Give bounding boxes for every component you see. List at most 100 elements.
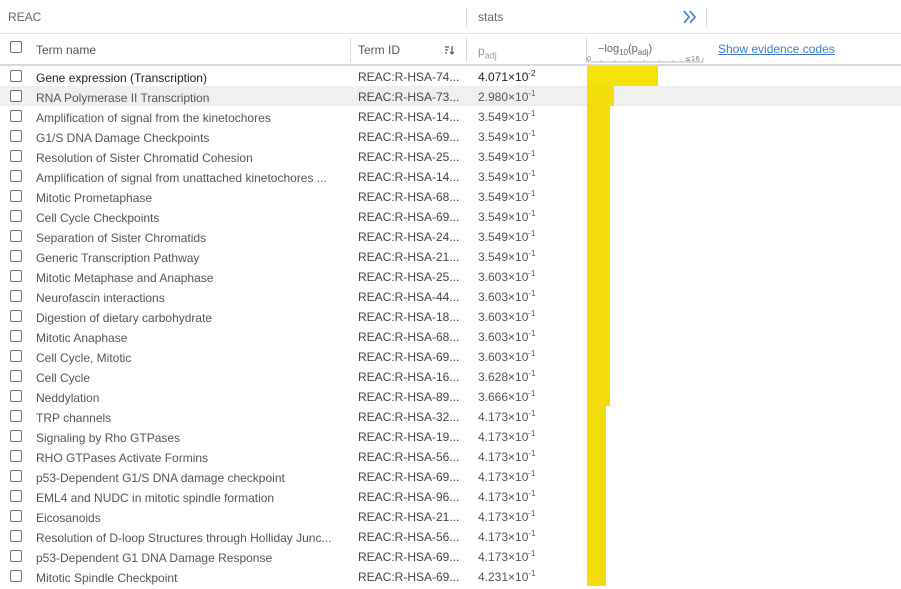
term-name[interactable]: Cell Cycle Checkpoints bbox=[36, 211, 159, 225]
term-id[interactable]: REAC:R-HSA-14... bbox=[358, 110, 459, 124]
table-row[interactable]: Eicosanoids REAC:R-HSA-21... 4.173×10-1 bbox=[0, 506, 901, 526]
term-name[interactable]: Mitotic Prometaphase bbox=[36, 191, 152, 205]
table-row[interactable]: Neddylation REAC:R-HSA-89... 3.666×10-1 bbox=[0, 386, 901, 406]
term-id[interactable]: REAC:R-HSA-69... bbox=[358, 350, 459, 364]
table-row[interactable]: Digestion of dietary carbohydrate REAC:R-… bbox=[0, 306, 901, 326]
row-checkbox[interactable] bbox=[10, 330, 22, 342]
table-row[interactable]: Mitotic Metaphase and Anaphase REAC:R-HSA… bbox=[0, 266, 901, 286]
term-id[interactable]: REAC:R-HSA-21... bbox=[358, 510, 459, 524]
term-id[interactable]: REAC:R-HSA-69... bbox=[358, 210, 459, 224]
term-id[interactable]: REAC:R-HSA-68... bbox=[358, 330, 459, 344]
term-id[interactable]: REAC:R-HSA-69... bbox=[358, 570, 459, 584]
term-id[interactable]: REAC:R-HSA-68... bbox=[358, 190, 459, 204]
term-name[interactable]: Eicosanoids bbox=[36, 511, 101, 525]
term-name[interactable]: Mitotic Anaphase bbox=[36, 331, 127, 345]
term-id-header[interactable]: Term ID bbox=[358, 43, 400, 57]
table-row[interactable]: p53-Dependent G1 DNA Damage Response REAC… bbox=[0, 546, 901, 566]
term-name[interactable]: p53-Dependent G1 DNA Damage Response bbox=[36, 551, 272, 565]
table-row[interactable]: Mitotic Anaphase REAC:R-HSA-68... 3.603×10… bbox=[0, 326, 901, 346]
table-row[interactable]: Neurofascin interactions REAC:R-HSA-44...… bbox=[0, 286, 901, 306]
term-name[interactable]: TRP channels bbox=[36, 411, 111, 425]
term-id[interactable]: REAC:R-HSA-69... bbox=[358, 470, 459, 484]
term-name[interactable]: Signaling by Rho GTPases bbox=[36, 431, 180, 445]
term-id[interactable]: REAC:R-HSA-16... bbox=[358, 370, 459, 384]
term-name[interactable]: Neurofascin interactions bbox=[36, 291, 165, 305]
table-row[interactable]: Amplification of signal from unattached … bbox=[0, 166, 901, 186]
table-row[interactable]: EML4 and NUDC in mitotic spindle formati… bbox=[0, 486, 901, 506]
term-id[interactable]: REAC:R-HSA-25... bbox=[358, 150, 459, 164]
term-name[interactable]: Digestion of dietary carbohydrate bbox=[36, 311, 212, 325]
table-row[interactable]: Signaling by Rho GTPases REAC:R-HSA-19...… bbox=[0, 426, 901, 446]
table-row[interactable]: Generic Transcription Pathway REAC:R-HSA-… bbox=[0, 246, 901, 266]
term-name[interactable]: p53-Dependent G1/S DNA damage checkpoint bbox=[36, 471, 285, 485]
sort-icon[interactable] bbox=[443, 44, 455, 56]
row-checkbox[interactable] bbox=[10, 290, 22, 302]
row-checkbox[interactable] bbox=[10, 210, 22, 222]
row-checkbox[interactable] bbox=[10, 510, 22, 522]
term-name[interactable]: Amplification of signal from the kinetoc… bbox=[36, 111, 271, 125]
row-checkbox[interactable] bbox=[10, 370, 22, 382]
row-checkbox[interactable] bbox=[10, 230, 22, 242]
table-row[interactable]: Cell Cycle REAC:R-HSA-16... 3.628×10-1 bbox=[0, 366, 901, 386]
term-name[interactable]: Separation of Sister Chromatids bbox=[36, 231, 206, 245]
term-id[interactable]: REAC:R-HSA-56... bbox=[358, 530, 459, 544]
term-name[interactable]: RHO GTPases Activate Formins bbox=[36, 451, 208, 465]
row-checkbox[interactable] bbox=[10, 490, 22, 502]
term-name[interactable]: Neddylation bbox=[36, 391, 99, 405]
row-checkbox[interactable] bbox=[10, 470, 22, 482]
term-id[interactable]: REAC:R-HSA-56... bbox=[358, 450, 459, 464]
row-checkbox[interactable] bbox=[10, 430, 22, 442]
select-all-checkbox[interactable] bbox=[10, 41, 22, 53]
table-row[interactable]: RNA Polymerase II Transcription REAC:R-HS… bbox=[0, 86, 901, 106]
row-checkbox[interactable] bbox=[10, 270, 22, 282]
term-name[interactable]: Mitotic Spindle Checkpoint bbox=[36, 571, 177, 585]
term-name[interactable]: G1/S DNA Damage Checkpoints bbox=[36, 131, 209, 145]
term-id[interactable]: REAC:R-HSA-96... bbox=[358, 490, 459, 504]
row-checkbox[interactable] bbox=[10, 390, 22, 402]
row-checkbox[interactable] bbox=[10, 530, 22, 542]
term-name-header[interactable]: Term name bbox=[36, 43, 96, 57]
table-row[interactable]: Amplification of signal from the kinetoc… bbox=[0, 106, 901, 126]
term-id[interactable]: REAC:R-HSA-69... bbox=[358, 550, 459, 564]
table-row[interactable]: Resolution of D-loop Structures through … bbox=[0, 526, 901, 546]
row-checkbox[interactable] bbox=[10, 150, 22, 162]
term-name[interactable]: Resolution of D-loop Structures through … bbox=[36, 531, 331, 545]
term-id[interactable]: REAC:R-HSA-25... bbox=[358, 270, 459, 284]
table-row[interactable]: RHO GTPases Activate Formins REAC:R-HSA-5… bbox=[0, 446, 901, 466]
table-row[interactable]: Mitotic Prometaphase REAC:R-HSA-68... 3.54… bbox=[0, 186, 901, 206]
table-row[interactable]: Resolution of Sister Chromatid Cohesion R… bbox=[0, 146, 901, 166]
row-checkbox[interactable] bbox=[10, 450, 22, 462]
row-checkbox[interactable] bbox=[10, 90, 22, 102]
term-id[interactable]: REAC:R-HSA-89... bbox=[358, 390, 459, 404]
term-name[interactable]: Amplification of signal from unattached … bbox=[36, 171, 327, 185]
term-name[interactable]: Cell Cycle bbox=[36, 371, 90, 385]
table-row[interactable]: TRP channels REAC:R-HSA-32... 4.173×10-1 bbox=[0, 406, 901, 426]
row-checkbox[interactable] bbox=[10, 170, 22, 182]
row-checkbox[interactable] bbox=[10, 350, 22, 362]
term-name[interactable]: Mitotic Metaphase and Anaphase bbox=[36, 271, 213, 285]
table-row[interactable]: p53-Dependent G1/S DNA damage checkpoint… bbox=[0, 466, 901, 486]
show-evidence-codes-link[interactable]: Show evidence codes bbox=[718, 42, 835, 56]
table-row[interactable]: Cell Cycle, Mitotic REAC:R-HSA-69... 3.603… bbox=[0, 346, 901, 366]
padj-header[interactable]: padj bbox=[478, 44, 497, 60]
term-id[interactable]: REAC:R-HSA-74... bbox=[358, 70, 459, 84]
row-checkbox[interactable] bbox=[10, 310, 22, 322]
term-name[interactable]: Gene expression (Transcription) bbox=[36, 71, 207, 85]
row-checkbox[interactable] bbox=[10, 70, 22, 82]
table-row[interactable]: Separation of Sister Chromatids REAC:R-HS… bbox=[0, 226, 901, 246]
term-id[interactable]: REAC:R-HSA-69... bbox=[358, 130, 459, 144]
row-checkbox[interactable] bbox=[10, 130, 22, 142]
row-checkbox[interactable] bbox=[10, 570, 22, 582]
row-checkbox[interactable] bbox=[10, 190, 22, 202]
term-id[interactable]: REAC:R-HSA-19... bbox=[358, 430, 459, 444]
row-checkbox[interactable] bbox=[10, 250, 22, 262]
row-checkbox[interactable] bbox=[10, 550, 22, 562]
term-name[interactable]: Generic Transcription Pathway bbox=[36, 251, 199, 265]
table-row[interactable]: G1/S DNA Damage Checkpoints REAC:R-HSA-69… bbox=[0, 126, 901, 146]
term-id[interactable]: REAC:R-HSA-73... bbox=[358, 90, 459, 104]
expand-columns-icon[interactable] bbox=[682, 8, 698, 26]
term-name[interactable]: RNA Polymerase II Transcription bbox=[36, 91, 209, 105]
term-id[interactable]: REAC:R-HSA-44... bbox=[358, 290, 459, 304]
term-id[interactable]: REAC:R-HSA-32... bbox=[358, 410, 459, 424]
table-row[interactable]: Mitotic Spindle Checkpoint REAC:R-HSA-69.… bbox=[0, 566, 901, 586]
